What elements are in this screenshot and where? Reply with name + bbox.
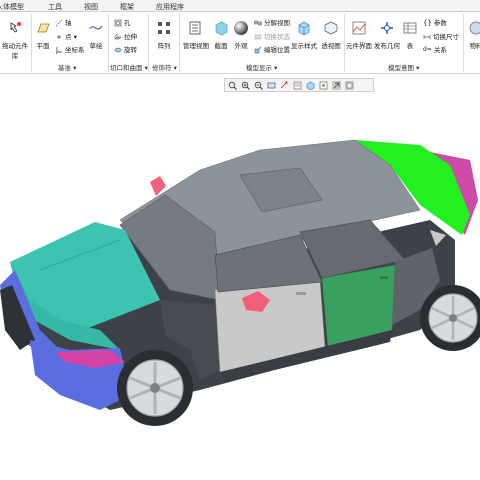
spin-center-icon[interactable] <box>332 81 341 90</box>
axis-button[interactable]: 轴 <box>55 18 72 29</box>
pattern-button[interactable]: 阵列 <box>152 20 176 50</box>
car-model[interactable] <box>0 95 480 480</box>
separator <box>179 14 180 72</box>
tab-model[interactable]: 人体模型 <box>0 2 24 12</box>
physics-button[interactable]: 物料 <box>464 20 480 50</box>
model-display-group-label[interactable]: 模型显示 ▾ <box>246 63 277 73</box>
datum-group-label[interactable]: 基准 ▾ <box>58 63 76 73</box>
separator <box>108 14 109 72</box>
publish-geometry-button[interactable]: 发布几何 <box>373 20 401 50</box>
pattern-icon <box>158 22 170 34</box>
manage-views-button[interactable]: 管理视图 <box>181 20 211 50</box>
zoom-out-icon[interactable] <box>254 81 263 90</box>
separator <box>31 14 32 72</box>
orient-icon[interactable] <box>280 81 289 90</box>
tab-applications[interactable]: 应用程序 <box>156 2 184 12</box>
extrude-icon <box>114 33 122 40</box>
parameters-button[interactable]: {} 参数 <box>423 18 447 29</box>
cut-surface-group-label[interactable]: 切口和曲面 ▾ <box>110 63 148 73</box>
toggle-status-button[interactable]: 切换状态 <box>254 32 290 43</box>
physics-icon <box>469 21 480 35</box>
display-style-icon[interactable] <box>306 81 315 90</box>
datum-display-icon[interactable] <box>319 81 328 90</box>
graphics-viewport[interactable] <box>0 95 480 480</box>
lower-bumper <box>30 340 130 410</box>
coordinate-system-icon <box>55 47 62 54</box>
saved-views-icon[interactable] <box>293 81 302 90</box>
annotation-display-icon[interactable] <box>345 81 354 90</box>
separator <box>148 14 149 72</box>
appearance-button[interactable]: 外观 <box>231 20 251 50</box>
front-door-handle <box>296 292 306 295</box>
display-style-button[interactable]: 显示样式 <box>289 20 319 50</box>
appearance-sphere-icon <box>234 21 248 35</box>
axis-icon <box>55 19 63 27</box>
plane-icon <box>37 23 50 33</box>
modifiers-group-label[interactable]: 修饰符 ▾ <box>152 63 177 73</box>
switch-dimensions-icon <box>423 35 431 39</box>
component-interface-icon <box>352 21 366 35</box>
toggle-status-icon <box>254 34 262 40</box>
graphics-toolbar <box>224 78 374 92</box>
component-interface-button[interactable]: 元件界面 <box>345 20 373 50</box>
plane-button[interactable]: 平面 <box>33 20 53 50</box>
hole-button[interactable]: 孔 <box>114 18 131 29</box>
sketch-icon <box>89 25 103 30</box>
parameters-icon: {} <box>423 19 432 27</box>
edit-position-icon <box>254 46 262 54</box>
zoom-in-icon[interactable] <box>241 81 250 90</box>
revolve-button[interactable]: 旋转 <box>114 45 137 56</box>
edit-position-button[interactable]: 编辑位置 <box>254 45 290 56</box>
point-icon <box>57 35 61 39</box>
table-button[interactable]: 表 <box>401 20 419 50</box>
chevron-down-icon[interactable]: ▾ <box>72 33 77 41</box>
explode-view-icon <box>254 20 262 26</box>
rear-door-handle <box>380 276 388 279</box>
perspective-button[interactable]: 透视图 <box>319 20 343 50</box>
coord-sys-button[interactable]: 坐标系 <box>55 45 85 56</box>
rear-wheel-hub <box>449 314 457 322</box>
relations-button[interactable]: d= 关系 <box>423 45 447 56</box>
revolve-icon <box>114 47 122 53</box>
tab-frame[interactable]: 框架 <box>120 2 134 12</box>
drag-component-button[interactable]: 拖动元件库 <box>0 20 30 60</box>
publish-geometry-icon <box>381 22 393 34</box>
point-button[interactable]: 点 ▾ <box>55 32 77 43</box>
section-button[interactable]: 截面 <box>211 20 231 50</box>
display-style-cube-icon <box>298 21 310 36</box>
table-icon <box>403 22 417 34</box>
zoom-fit-icon[interactable] <box>228 81 237 90</box>
tab-tools[interactable]: 工具 <box>48 2 62 12</box>
model-intent-group-label[interactable]: 模型意图 ▾ <box>388 63 419 73</box>
sketch-button[interactable]: 草绘 <box>86 20 106 50</box>
repaint-icon[interactable] <box>267 81 276 90</box>
section-icon <box>215 21 228 36</box>
perspective-cube-icon <box>324 21 338 35</box>
ribbon-tab-bar: 人体模型 工具 视图 框架 应用程序 <box>0 0 480 12</box>
front-wheel-hub <box>150 383 160 393</box>
extrude-button[interactable]: 拉伸 <box>114 32 137 43</box>
hole-icon <box>114 19 122 27</box>
drag-component-icon <box>10 22 21 33</box>
explode-view-button[interactable]: 分解视图 <box>254 18 290 29</box>
manage-views-icon <box>189 21 201 35</box>
relations-icon: d= <box>423 46 432 53</box>
tab-view[interactable]: 视图 <box>84 2 98 12</box>
switch-dimensions-button[interactable]: 切换尺寸 <box>423 32 459 43</box>
ribbon: 拖动元件库 平面 轴 点 ▾ 坐标系 草绘 基准 ▾ 孔 拉伸 旋转 切口和曲面… <box>0 12 480 74</box>
